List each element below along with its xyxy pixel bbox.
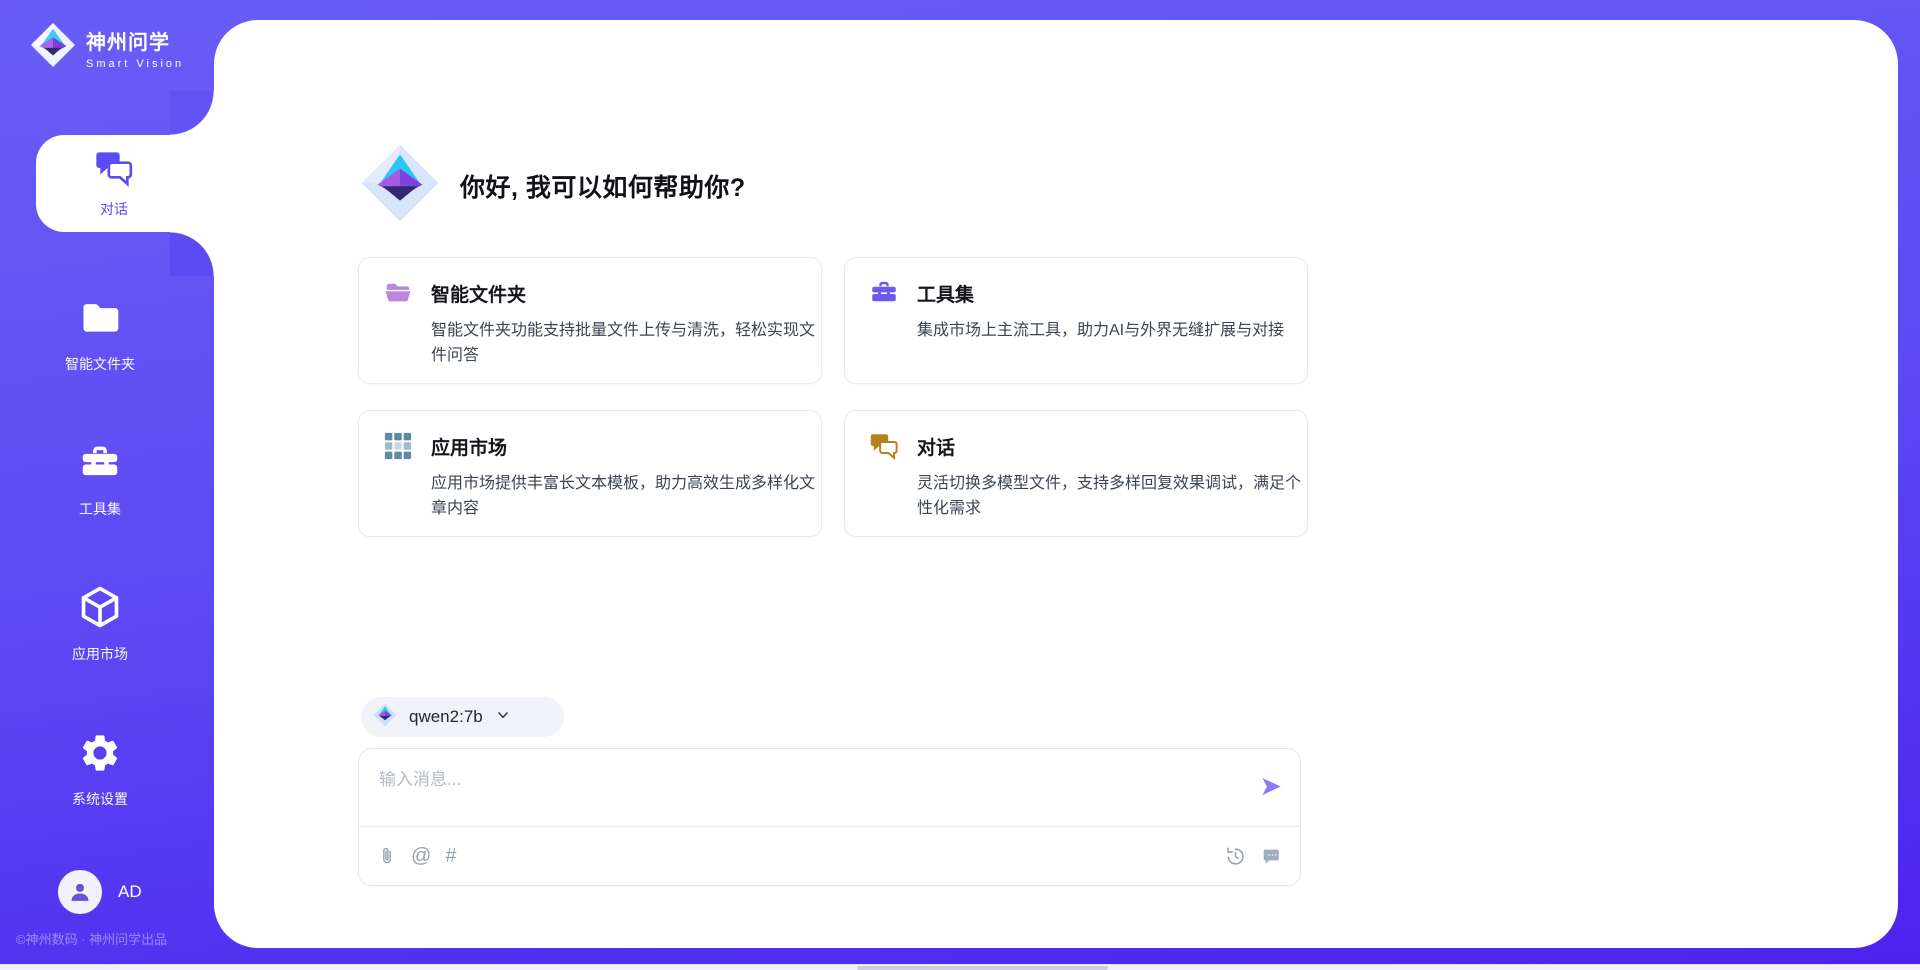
card-title: 智能文件夹 <box>431 280 526 307</box>
attach-file-icon[interactable] <box>377 846 397 866</box>
brand-name: 神州问学 <box>86 26 184 55</box>
card-chat[interactable]: 对话 灵活切换多模型文件，支持多样回复效果调试，满足个性化需求 <box>844 410 1308 537</box>
greeting-text: 你好, 我可以如何帮助你? <box>460 168 746 204</box>
message-composer: ➤ @ # <box>358 748 1301 886</box>
greeting-diamond-icon <box>360 143 440 228</box>
brand-logo: 神州问学 Smart Vision <box>30 22 184 73</box>
folder-icon <box>78 296 122 345</box>
sidebar-item-smart-folder[interactable]: 智能文件夹 <box>0 296 200 374</box>
hashtag-icon[interactable]: # <box>445 845 456 868</box>
feature-cards: 智能文件夹 智能文件夹功能支持批量文件上传与清洗，轻松实现文件问答 工具集 集成… <box>358 257 1308 537</box>
app-root: 神州问学 Smart Vision 对话 智能文件夹 <box>0 0 1920 970</box>
card-app-market[interactable]: 应用市场 应用市场提供丰富长文本模板，助力高效生成多样化文章内容 <box>358 410 822 537</box>
brand-diamond-icon <box>30 22 76 73</box>
folder-open-icon <box>383 278 413 308</box>
sidebar-item-toolset[interactable]: 工具集 <box>0 441 200 519</box>
card-description: 集成市场上主流工具，助力AI与外界无缝扩展与对接 <box>917 318 1301 343</box>
card-title: 工具集 <box>917 280 974 307</box>
mention-icon[interactable]: @ <box>411 845 431 868</box>
brand-subtitle: Smart Vision <box>86 58 184 70</box>
toolbox-icon <box>869 278 899 308</box>
copyright-text: ©神州数码 · 神州问学出品 <box>16 929 167 948</box>
send-icon[interactable]: ➤ <box>1259 773 1282 800</box>
sidebar-item-label: 工具集 <box>79 499 121 519</box>
card-description: 智能文件夹功能支持批量文件上传与清洗，轻松实现文件问答 <box>431 318 815 368</box>
user-account[interactable]: AD <box>58 870 142 914</box>
chat-bubbles-icon <box>869 431 899 461</box>
scrollbar-thumb[interactable] <box>857 966 1108 970</box>
history-icon[interactable] <box>1224 845 1246 867</box>
model-diamond-icon <box>373 703 397 732</box>
model-selector[interactable]: qwen2:7b <box>361 697 564 737</box>
sidebar-item-label: 对话 <box>100 199 128 219</box>
gear-icon <box>78 731 122 780</box>
user-initials: AD <box>118 882 142 902</box>
sidebar-item-chat[interactable]: 对话 <box>36 135 214 232</box>
sidebar-item-label: 系统设置 <box>72 789 128 809</box>
model-name: qwen2:7b <box>409 707 483 727</box>
greeting: 你好, 我可以如何帮助你? <box>360 143 746 228</box>
sidebar-item-label: 应用市场 <box>72 644 128 664</box>
sidebar-item-label: 智能文件夹 <box>65 354 135 374</box>
card-description: 灵活切换多模型文件，支持多样回复效果调试，满足个性化需求 <box>917 471 1301 521</box>
card-title: 应用市场 <box>431 433 507 460</box>
cube-icon <box>77 584 123 635</box>
message-input[interactable] <box>379 765 1239 817</box>
app-grid-icon <box>383 431 413 461</box>
user-avatar-icon <box>58 870 102 914</box>
sidebar-item-app-market[interactable]: 应用市场 <box>0 584 200 664</box>
card-toolset[interactable]: 工具集 集成市场上主流工具，助力AI与外界无缝扩展与对接 <box>844 257 1308 384</box>
toolbox-icon <box>78 441 122 490</box>
card-smart-folder[interactable]: 智能文件夹 智能文件夹功能支持批量文件上传与清洗，轻松实现文件问答 <box>358 257 822 384</box>
horizontal-scrollbar[interactable] <box>0 964 1920 970</box>
chat-square-icon[interactable] <box>1260 845 1282 867</box>
sidebar: 神州问学 Smart Vision 对话 智能文件夹 <box>0 0 214 970</box>
sidebar-item-settings[interactable]: 系统设置 <box>0 731 200 809</box>
card-title: 对话 <box>917 433 955 460</box>
chevron-down-icon <box>495 707 511 728</box>
chat-bubbles-icon <box>94 148 134 193</box>
card-description: 应用市场提供丰富长文本模板，助力高效生成多样化文章内容 <box>431 471 815 521</box>
